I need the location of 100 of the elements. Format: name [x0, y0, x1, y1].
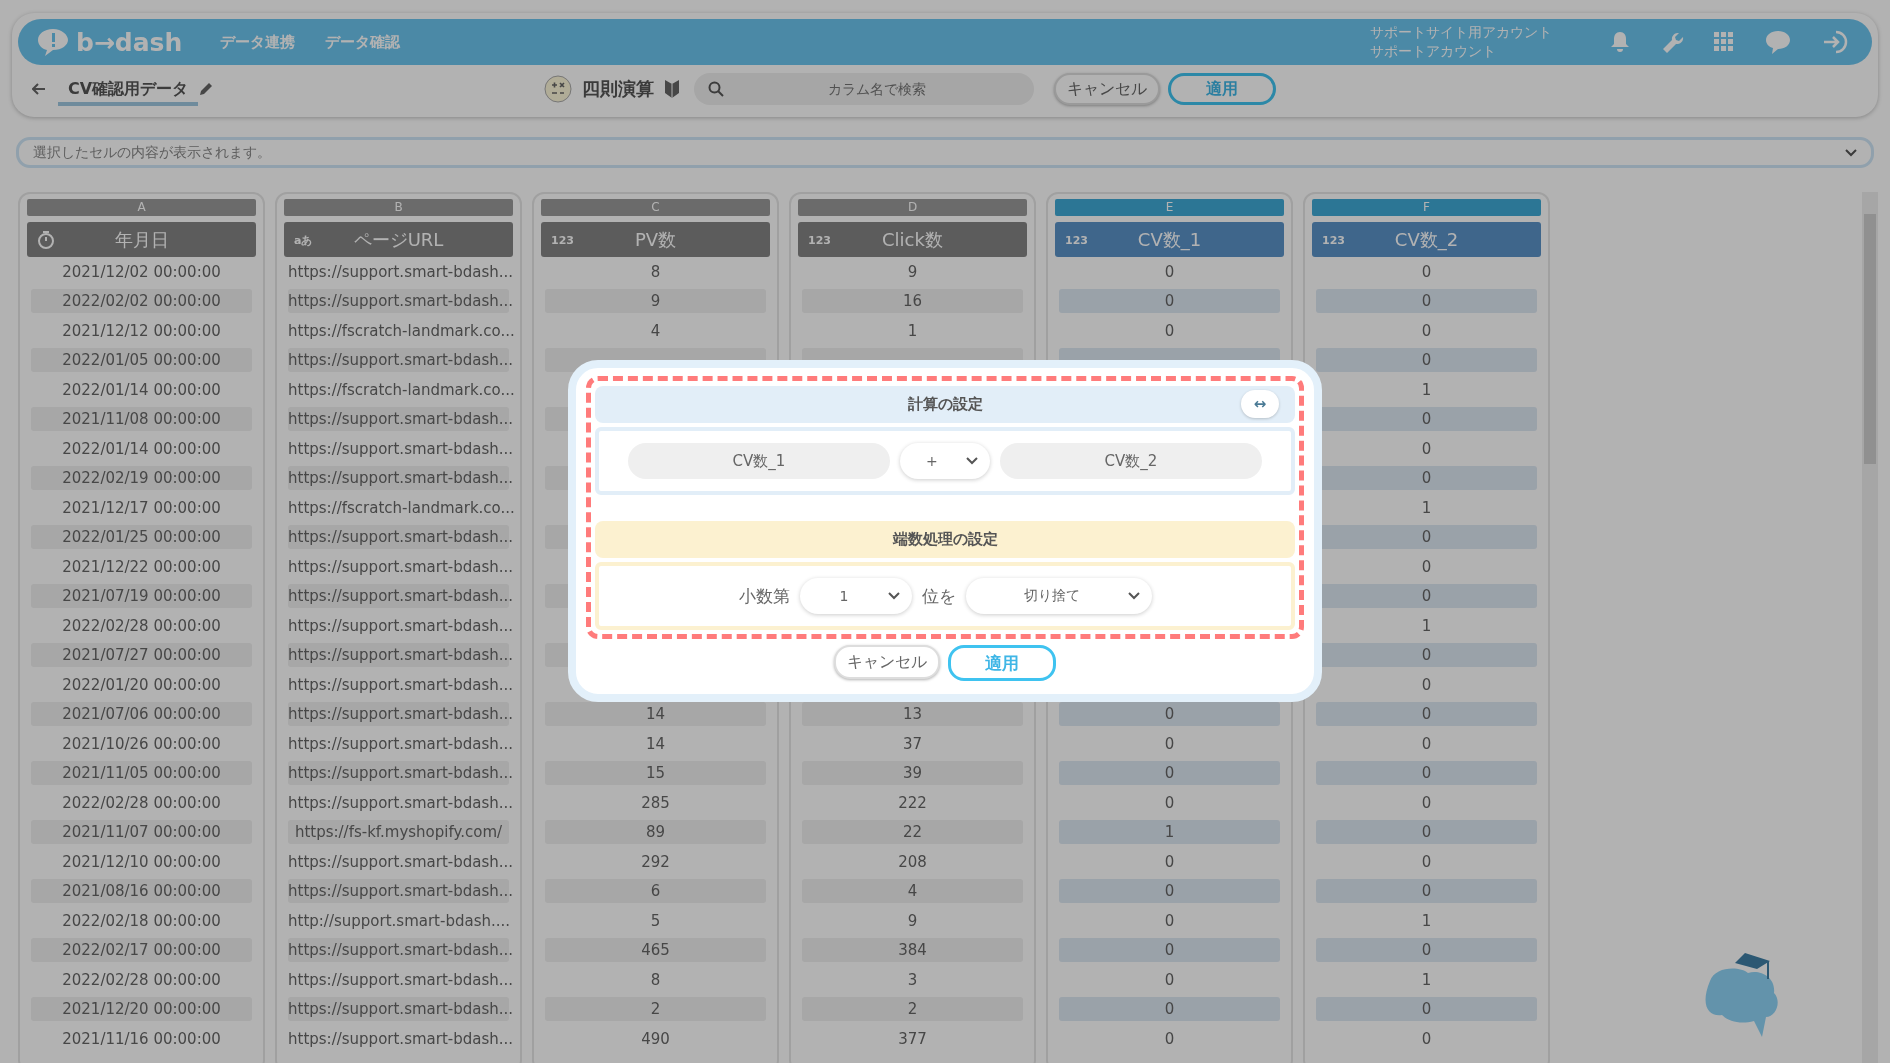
table-cell-text: 0	[1163, 1028, 1176, 1050]
mode-title: 四則演算	[582, 77, 655, 101]
bell-icon[interactable]	[1610, 31, 1630, 53]
table-cell: 2021/07/27 00:00:00	[31, 643, 252, 668]
table-cell-text: 1	[1420, 615, 1433, 637]
table-cell-text: 0	[1420, 1028, 1433, 1050]
column-header[interactable]: 123 CV数_2	[1312, 222, 1541, 257]
table-cell-text: 0	[1420, 674, 1433, 696]
table-cell: 0	[1059, 938, 1280, 963]
operand-field[interactable]: CV数_2	[1000, 443, 1262, 479]
table-cell-text: 4	[649, 320, 662, 342]
nav-link[interactable]: データ連携	[220, 32, 296, 52]
dialog-apply-button[interactable]: 適用	[948, 645, 1056, 681]
table-cell: 2021/07/19 00:00:00	[31, 584, 252, 609]
column-letter[interactable]: F	[1312, 199, 1541, 216]
column-header[interactable]: aあ ページURL	[284, 222, 513, 257]
calculator-icon	[544, 75, 573, 103]
table-cell-text: 0	[1420, 556, 1433, 578]
column-name: CV数_2	[1394, 227, 1459, 252]
table-cell-text: 2022/01/14 00:00:00	[61, 379, 222, 401]
column-letter[interactable]: E	[1055, 199, 1284, 216]
table-cell: 2021/08/16 00:00:00	[31, 879, 252, 904]
column-name: 年月日	[114, 227, 169, 252]
column-header[interactable]: 123 Click数	[798, 222, 1027, 257]
digit-select[interactable]: 1	[799, 578, 912, 614]
table-cell-text: 2021/12/02 00:00:00	[61, 261, 222, 283]
table-cell: 2021/11/05 00:00:00	[31, 761, 252, 786]
table-cell: 0	[1059, 997, 1280, 1022]
scrollbar[interactable]	[1862, 192, 1878, 1063]
type-icon: aあ	[294, 232, 313, 247]
table-cell: 2022/01/25 00:00:00	[31, 525, 252, 550]
table-cell: 13	[802, 702, 1023, 727]
back-arrow-icon[interactable]	[32, 83, 46, 95]
column-header[interactable]: 年月日	[27, 222, 256, 257]
column-name: Click数	[882, 227, 943, 252]
table-cell-text: 490	[640, 1028, 671, 1050]
table-cell-text: 1	[1420, 910, 1433, 932]
table-cell: 0	[1316, 702, 1537, 727]
nav-link[interactable]: データ確認	[325, 32, 401, 52]
table-cell-text: 0	[1420, 438, 1433, 460]
chevron-down-icon	[887, 592, 900, 600]
chevron-down-icon	[966, 457, 978, 465]
search-icon	[708, 81, 725, 97]
column-header[interactable]: 123 CV数_1	[1055, 222, 1284, 257]
cell-content-placeholder: 選択したセルの内容が表示されます。	[33, 143, 271, 162]
table-cell-text: 1	[1420, 379, 1433, 401]
table-cell: 0	[1316, 879, 1537, 904]
column-letter[interactable]: A	[27, 199, 256, 216]
logo-text: b→dash	[76, 27, 183, 57]
table-cell-text: 0	[1420, 733, 1433, 755]
table-cell: 0	[1316, 761, 1537, 786]
apply-button[interactable]: 適用	[1168, 73, 1277, 105]
operand-field[interactable]: CV数_1	[628, 443, 890, 479]
table-cell-text: 2022/01/20 00:00:00	[61, 674, 222, 696]
table-cell-text: 2021/11/16 00:00:00	[61, 1028, 222, 1050]
table-cell: 16	[802, 289, 1023, 314]
chat-bubble-icon[interactable]	[1764, 29, 1792, 55]
table-cell-text: 2022/02/28 00:00:00	[61, 615, 222, 637]
table-cell: 14	[545, 702, 766, 727]
table-cell: 15	[545, 761, 766, 786]
table-cell-text: 1	[1420, 497, 1433, 519]
table-cell-text: 0	[1420, 851, 1433, 873]
cell-content-field[interactable]: 選択したセルの内容が表示されます。	[16, 137, 1874, 168]
table-cell-text: 0	[1163, 261, 1176, 283]
table-cell: 2021/07/06 00:00:00	[31, 702, 252, 727]
column-letter[interactable]: D	[798, 199, 1027, 216]
table-cell-text: 0	[1163, 733, 1176, 755]
table-cell-text: 2021/12/22 00:00:00	[61, 556, 222, 578]
table-cell-text: 8	[649, 261, 662, 283]
table-cell-text: 292	[640, 851, 671, 873]
table-cell-text: 2021/12/17 00:00:00	[61, 497, 222, 519]
column-letter[interactable]: C	[541, 199, 770, 216]
section-title: 計算の設定	[907, 395, 983, 414]
decimal-place-label: 小数第	[738, 584, 790, 608]
column-letter[interactable]: B	[284, 199, 513, 216]
type-icon: 123	[551, 233, 574, 246]
dialog-cancel-button[interactable]: キャンセル	[834, 645, 940, 679]
table-cell: 0	[1059, 761, 1280, 786]
stopwatch-icon	[37, 229, 55, 250]
section-title: 端数処理の設定	[892, 530, 998, 549]
table-cell-text: 2022/02/28 00:00:00	[61, 792, 222, 814]
grid-icon[interactable]	[1714, 32, 1734, 52]
table-cell-text: 0	[1420, 320, 1433, 342]
logout-icon[interactable]	[1822, 29, 1850, 55]
table-cell: 39	[802, 761, 1023, 786]
table-cell: https://fs-kf.myshopify.com/	[288, 820, 509, 845]
swap-button[interactable]: ↔	[1241, 390, 1279, 418]
search-field[interactable]: カラム名で検索	[694, 73, 1035, 105]
operator-select[interactable]: +	[900, 443, 990, 479]
column-header[interactable]: 123 PV数	[541, 222, 770, 257]
table-cell: 465	[545, 938, 766, 963]
table-cell: 0	[1316, 348, 1537, 373]
type-icon: 123	[1322, 233, 1345, 246]
table-cell: 384	[802, 938, 1023, 963]
rounding-method-select[interactable]: 切り捨て	[965, 578, 1152, 614]
cancel-button[interactable]: キャンセル	[1054, 73, 1161, 105]
position-label: 位を	[921, 584, 956, 608]
table-cell: 0	[1316, 820, 1537, 845]
table-cell-text: 222	[897, 792, 928, 814]
pencil-icon[interactable]	[198, 81, 215, 97]
